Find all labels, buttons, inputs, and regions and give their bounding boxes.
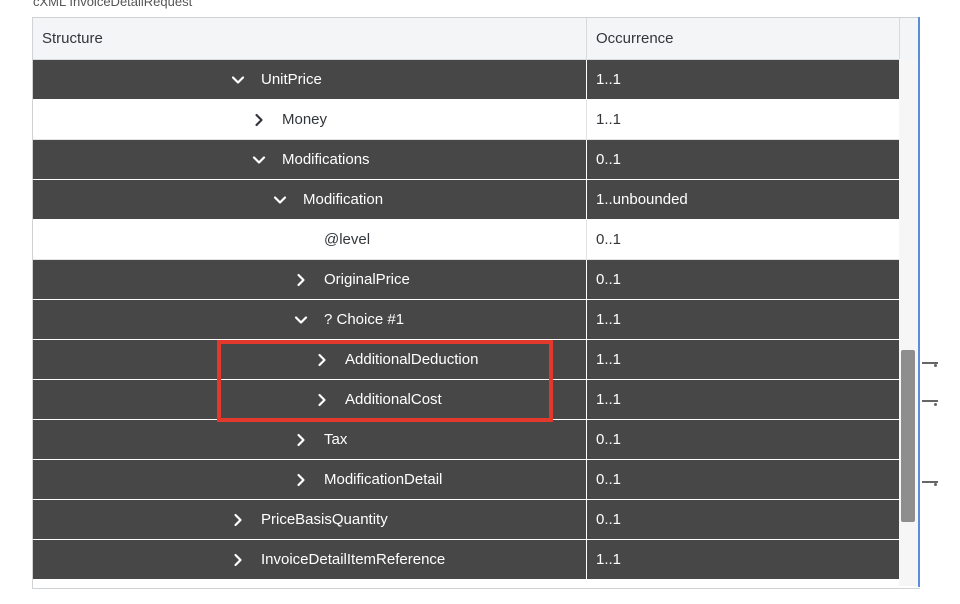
pane-divider — [918, 17, 920, 587]
row-label: AdditionalDeduction — [345, 351, 479, 368]
table-row[interactable]: Modification 1..unbounded — [33, 180, 899, 220]
column-divider — [899, 18, 900, 59]
chevron-right-icon[interactable] — [294, 260, 310, 299]
row-label: UnitPrice — [261, 71, 322, 88]
row-occurrence: 0..1 — [596, 431, 622, 448]
row-occurrence: 1..1 — [596, 111, 622, 128]
table-body: UnitPrice 1..1 Money 1..1 Modifications … — [33, 60, 899, 580]
chevron-down-icon[interactable] — [273, 180, 289, 219]
chevron-right-icon[interactable] — [252, 100, 268, 139]
row-occurrence: 1..1 — [596, 551, 622, 568]
connector-line — [922, 400, 938, 402]
row-occurrence: 1..1 — [596, 351, 622, 368]
row-label: Money — [282, 111, 328, 128]
row-occurrence: 0..1 — [596, 271, 622, 288]
chevron-right-icon[interactable] — [294, 420, 310, 459]
row-label: Modification — [303, 191, 384, 208]
row-label: ModificationDetail — [324, 471, 443, 488]
chevron-down-icon[interactable] — [294, 300, 310, 339]
chevron-right-icon[interactable] — [315, 340, 331, 379]
document-caption: cXML InvoiceDetailRequest — [33, 0, 193, 9]
column-header-structure[interactable]: Structure — [42, 18, 103, 59]
row-label: OriginalPrice — [324, 271, 410, 288]
row-label: @level — [324, 231, 371, 248]
column-header-occurrence[interactable]: Occurrence — [596, 18, 674, 59]
connector-dot — [934, 483, 937, 486]
row-occurrence: 1..1 — [596, 71, 622, 88]
connector-dot — [934, 364, 937, 367]
row-occurrence: 0..1 — [596, 151, 622, 168]
table-row[interactable]: @level 0..1 — [33, 220, 899, 260]
row-label: Modifications — [282, 151, 370, 168]
chevron-down-icon[interactable] — [231, 60, 247, 99]
table-row[interactable]: OriginalPrice 0..1 — [33, 260, 899, 300]
row-occurrence: 0..1 — [596, 511, 622, 528]
table-row[interactable]: PriceBasisQuantity 0..1 — [33, 500, 899, 540]
table-row[interactable]: Money 1..1 — [33, 100, 899, 140]
scrollbar-thumb[interactable] — [901, 350, 915, 522]
table-row[interactable]: InvoiceDetailItemReference 1..1 — [33, 540, 899, 580]
table-row[interactable]: AdditionalDeduction 1..1 — [33, 340, 899, 380]
row-label: InvoiceDetailItemReference — [261, 551, 446, 568]
connector-dot — [934, 403, 937, 406]
chevron-down-icon[interactable] — [252, 140, 268, 179]
chevron-right-icon[interactable] — [315, 380, 331, 419]
row-occurrence: 1..unbounded — [596, 191, 688, 208]
row-label: Tax — [324, 431, 348, 448]
row-occurrence: 1..1 — [596, 391, 622, 408]
row-label: ? Choice #1 — [324, 311, 405, 328]
table-row[interactable]: AdditionalCost 1..1 — [33, 380, 899, 420]
row-occurrence: 0..1 — [596, 231, 622, 248]
table-row[interactable]: Tax 0..1 — [33, 420, 899, 460]
row-label: PriceBasisQuantity — [261, 511, 388, 528]
chevron-right-icon[interactable] — [231, 500, 247, 539]
table-row[interactable]: ModificationDetail 0..1 — [33, 460, 899, 500]
structure-table: Structure Occurrence UnitPrice 1..1 Mone… — [32, 17, 920, 589]
column-divider — [586, 18, 587, 59]
table-row[interactable]: Modifications 0..1 — [33, 140, 899, 180]
table-row[interactable]: UnitPrice 1..1 — [33, 60, 899, 100]
row-occurrence: 1..1 — [596, 311, 622, 328]
chevron-right-icon[interactable] — [294, 460, 310, 499]
table-row[interactable]: ? Choice #1 1..1 — [33, 300, 899, 340]
row-label: AdditionalCost — [345, 391, 442, 408]
chevron-right-icon[interactable] — [231, 540, 247, 579]
row-occurrence: 0..1 — [596, 471, 622, 488]
table-header: Structure Occurrence — [33, 18, 920, 60]
